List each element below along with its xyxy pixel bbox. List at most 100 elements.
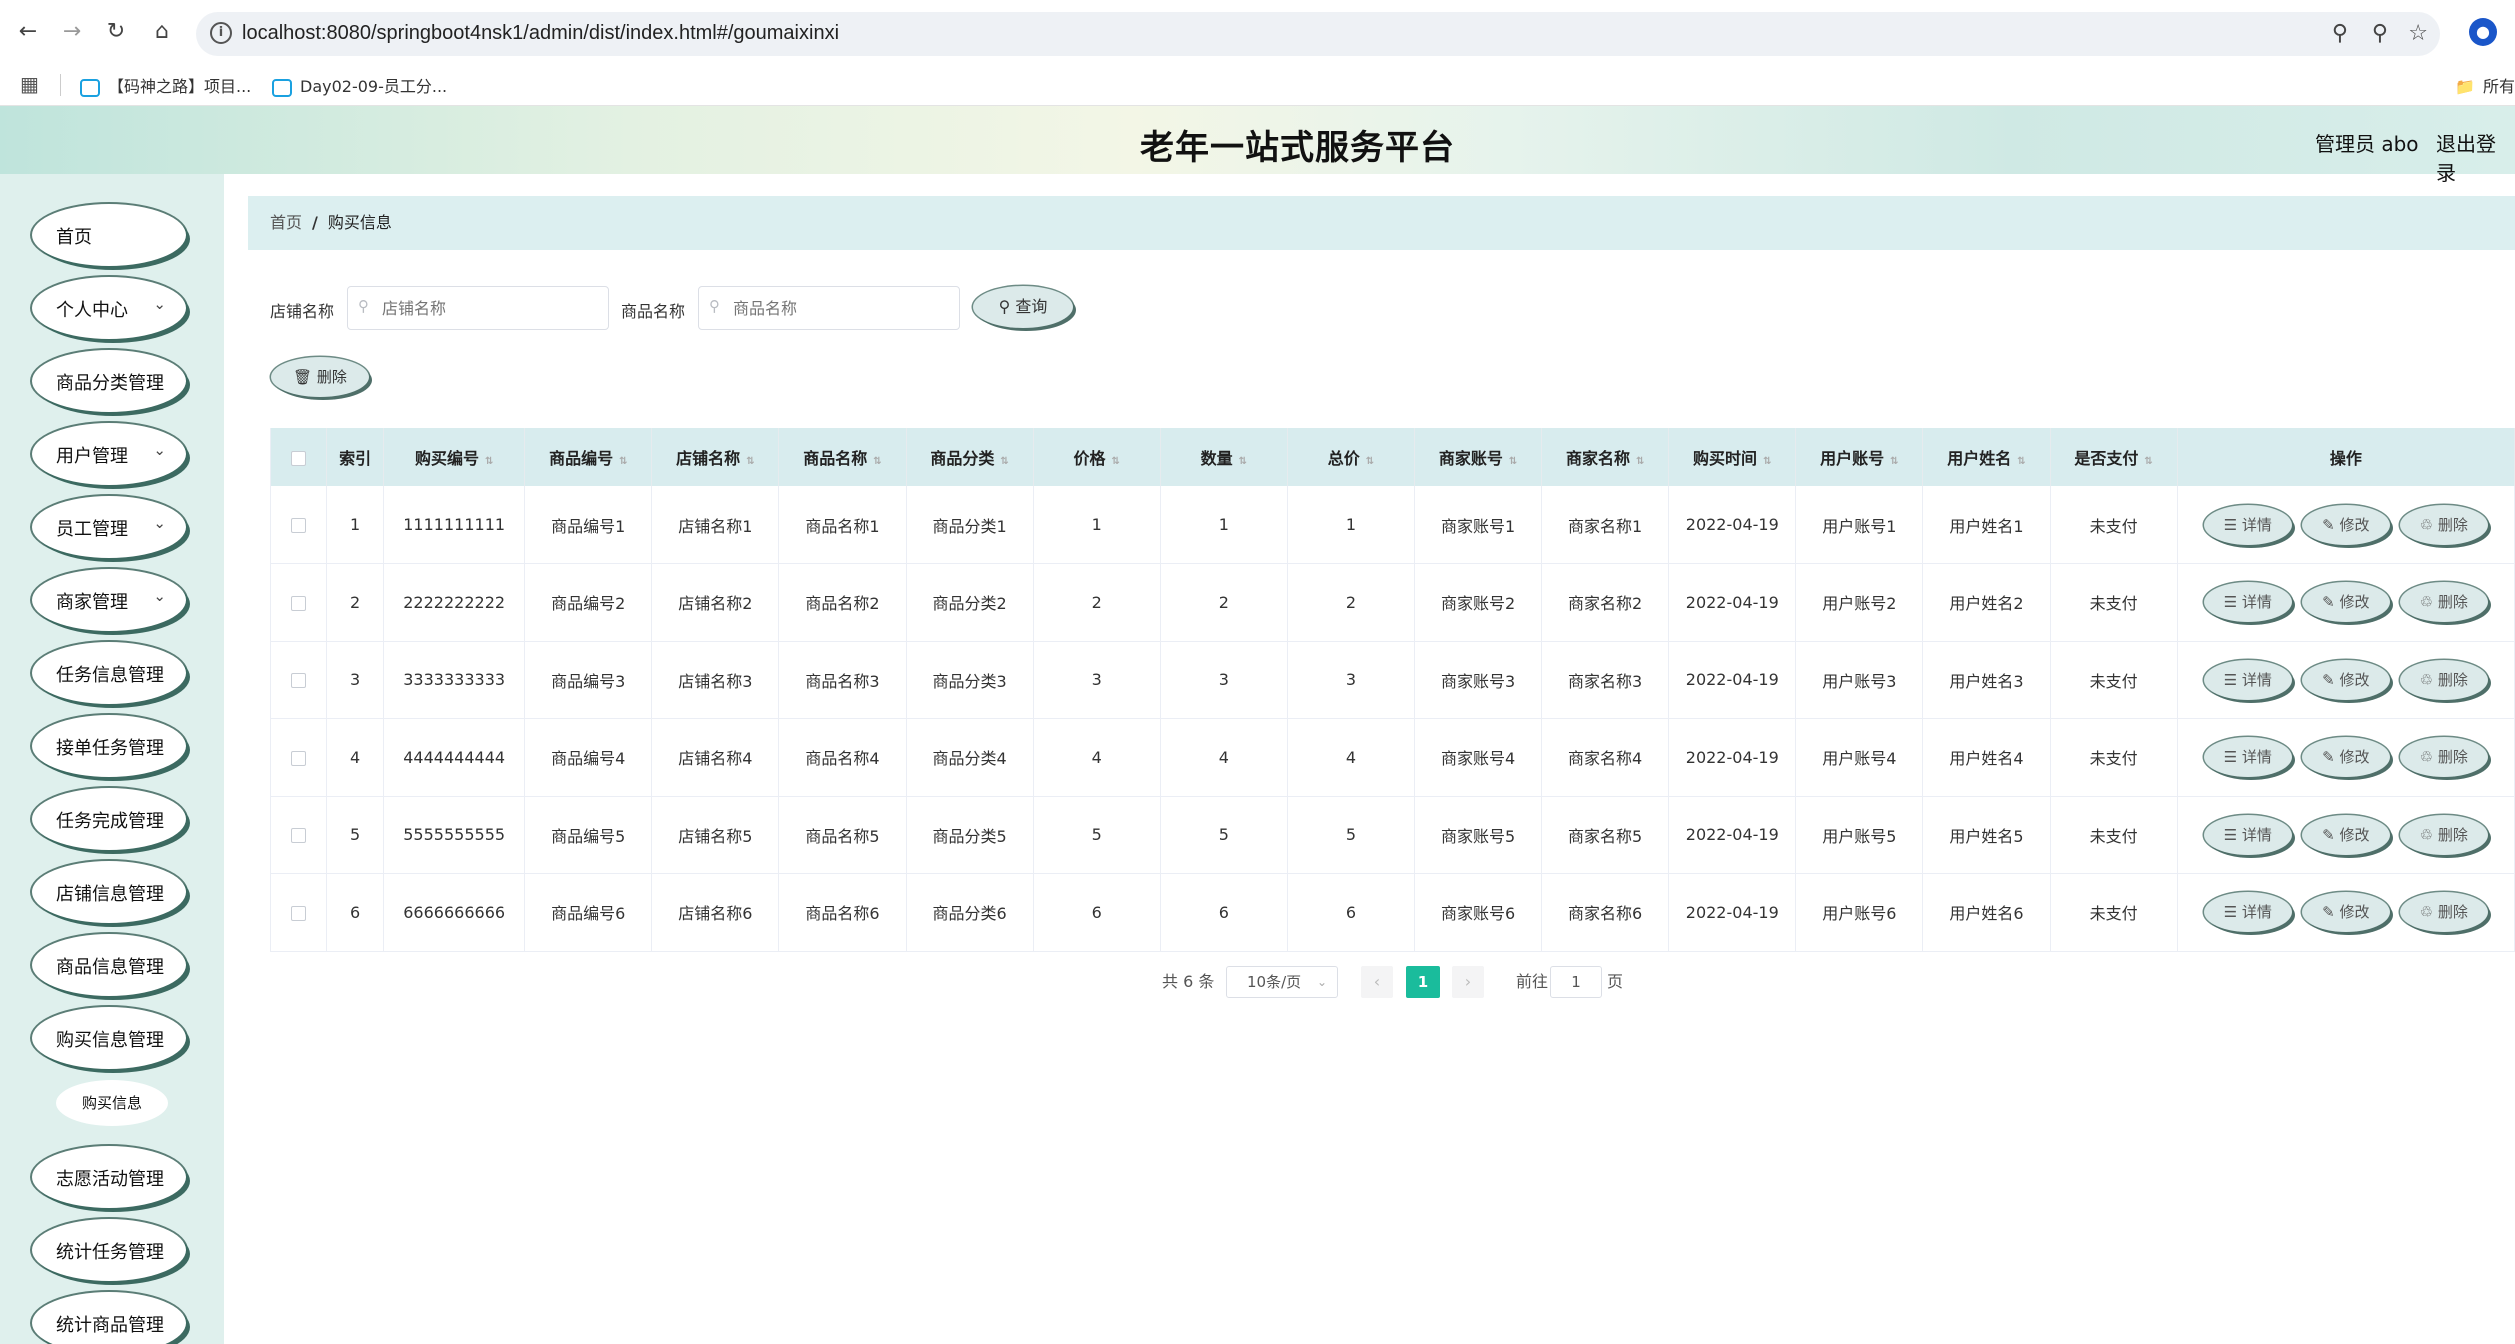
column-header[interactable]: 用户姓名 ⇅ [1922,428,2051,486]
sidebar-item[interactable]: 商品信息管理 [32,934,186,996]
sidebar-item[interactable]: 购买信息管理 [32,1007,186,1069]
sidebar-item[interactable]: 首页 [32,204,186,266]
sidebar-item[interactable]: 任务信息管理 [32,642,186,704]
star-icon[interactable]: ☆ [2408,21,2428,46]
column-header[interactable]: 商品名称 ⇅ [778,428,907,486]
detail-button[interactable]: ☰ 详情 [2203,737,2292,778]
delete-button[interactable]: ♲ 删除 [2399,737,2488,778]
detail-button[interactable]: ☰ 详情 [2203,814,2292,855]
sort-icon[interactable]: ⇅ [2144,456,2152,467]
url-text[interactable]: localhost:8080/springboot4nsk1/admin/dis… [242,22,839,45]
sidebar-item[interactable]: 用户管理 ⌄ [32,423,186,485]
sort-icon[interactable]: ⇅ [1636,456,1644,467]
address-bar[interactable]: i localhost:8080/springboot4nsk1/admin/d… [196,12,2440,56]
delete-button[interactable]: ♲ 删除 [2399,892,2488,933]
all-bookmarks[interactable]: 📁 所有 [2455,73,2515,97]
table-cell: 6 [1160,873,1288,952]
delete-button[interactable]: ♲ 删除 [2399,814,2488,855]
edit-button[interactable]: ✎ 修改 [2301,737,2390,778]
sort-icon[interactable]: ⇅ [2017,456,2025,467]
site-info-icon[interactable]: i [210,22,232,44]
delete-button[interactable]: ♲ 删除 [2399,582,2488,623]
edit-button[interactable]: ✎ 修改 [2301,659,2390,700]
column-header[interactable]: 购买时间 ⇅ [1668,428,1797,486]
breadcrumb-home[interactable]: 首页 [270,213,302,232]
select-all-checkbox[interactable] [291,450,307,466]
sidebar-subitem-purchase-info[interactable]: 购买信息 [56,1080,168,1126]
current-page[interactable]: 1 [1406,966,1440,998]
apps-icon[interactable]: ▦ [20,72,39,96]
table-cell: 1 [326,486,385,564]
sort-icon[interactable]: ⇅ [873,456,881,467]
logout-link[interactable]: 退出登录 [2436,128,2515,186]
column-header[interactable]: 用户账号 ⇅ [1795,428,1924,486]
batch-delete-button[interactable]: 🗑 删除 [271,357,369,397]
column-header[interactable]: 店铺名称 ⇅ [651,428,780,486]
sidebar-item[interactable]: 任务完成管理 [32,788,186,850]
sort-icon[interactable]: ⇅ [1890,456,1898,467]
edit-button[interactable]: ✎ 修改 [2301,814,2390,855]
home-icon[interactable]: ⌂ [148,18,176,46]
table-cell: 商家名称1 [1541,486,1670,564]
edit-button[interactable]: ✎ 修改 [2301,892,2390,933]
column-header[interactable]: 购买编号 ⇅ [383,428,526,486]
reload-icon[interactable]: ↻ [102,18,130,46]
row-checkbox[interactable] [291,828,307,844]
sidebar-item[interactable]: 商家管理 ⌄ [32,569,186,631]
column-header[interactable]: 商品编号 ⇅ [524,428,653,486]
sidebar-item[interactable]: 统计商品管理 [32,1292,186,1344]
delete-button[interactable]: ♲ 删除 [2399,659,2488,700]
column-header[interactable]: 是否支付 ⇅ [2050,428,2178,486]
column-header[interactable]: 商家账号 ⇅ [1414,428,1543,486]
row-checkbox[interactable] [291,905,307,921]
detail-button[interactable]: ☰ 详情 [2203,659,2292,700]
row-checkbox[interactable] [291,518,307,533]
sort-icon[interactable]: ⇅ [1239,456,1247,467]
sidebar-item[interactable]: 志愿活动管理 [32,1146,186,1208]
sort-icon[interactable]: ⇅ [1509,456,1517,467]
detail-button[interactable]: ☰ 详情 [2203,892,2292,933]
sort-icon[interactable]: ⇅ [1000,456,1008,467]
sidebar-item[interactable]: 店铺信息管理 [32,861,186,923]
column-header[interactable]: 总价 ⇅ [1287,428,1415,486]
table-cell: 商品编号1 [524,486,653,564]
row-checkbox[interactable] [291,673,307,689]
bookmark-label: Day02-09-员工分... [300,77,448,96]
profile-icon[interactable]: ● [2469,18,2497,46]
column-header[interactable]: 商品分类 ⇅ [906,428,1034,486]
column-header[interactable]: 商家名称 ⇅ [1541,428,1670,486]
shop-name-input[interactable] [347,286,609,330]
product-name-input[interactable] [698,286,960,330]
delete-button[interactable]: ♲ 删除 [2399,504,2488,545]
sort-icon[interactable]: ⇅ [1366,456,1374,467]
detail-button[interactable]: ☰ 详情 [2203,582,2292,623]
row-checkbox[interactable] [291,595,307,611]
sort-icon[interactable]: ⇅ [619,456,627,467]
next-page-button[interactable]: › [1452,966,1484,998]
sort-icon[interactable]: ⇅ [485,456,493,467]
column-header[interactable]: 数量 ⇅ [1160,428,1288,486]
bookmark-item[interactable]: 【码神之路】项目... [80,73,251,97]
sort-icon[interactable]: ⇅ [746,456,754,467]
goto-page-input[interactable]: 1 [1550,966,1602,998]
back-icon[interactable]: ← [14,18,42,46]
sidebar-item[interactable]: 个人中心 ⌄ [32,277,186,339]
prev-page-button[interactable]: ‹ [1361,966,1393,998]
key-icon[interactable]: ⚲ [2332,21,2348,46]
sidebar-item[interactable]: 商品分类管理 [32,350,186,412]
sort-icon[interactable]: ⇅ [1763,456,1771,467]
zoom-icon[interactable]: ⚲ [2372,21,2388,46]
detail-button[interactable]: ☰ 详情 [2203,504,2292,545]
sidebar-item[interactable]: 接单任务管理 [32,715,186,777]
row-checkbox[interactable] [291,750,307,766]
page-size-select[interactable]: 10条/页 ⌄ [1226,966,1338,998]
column-header[interactable]: 价格 ⇅ [1033,428,1161,486]
edit-button[interactable]: ✎ 修改 [2301,582,2390,623]
sort-icon[interactable]: ⇅ [1112,456,1120,467]
sidebar-item[interactable]: 员工管理 ⌄ [32,496,186,558]
bookmark-item[interactable]: Day02-09-员工分... [272,73,447,97]
forward-icon[interactable]: → [58,18,86,46]
edit-button[interactable]: ✎ 修改 [2301,504,2390,545]
query-button[interactable]: ⚲ 查询 [973,286,1073,328]
sidebar-item[interactable]: 统计任务管理 [32,1219,186,1281]
